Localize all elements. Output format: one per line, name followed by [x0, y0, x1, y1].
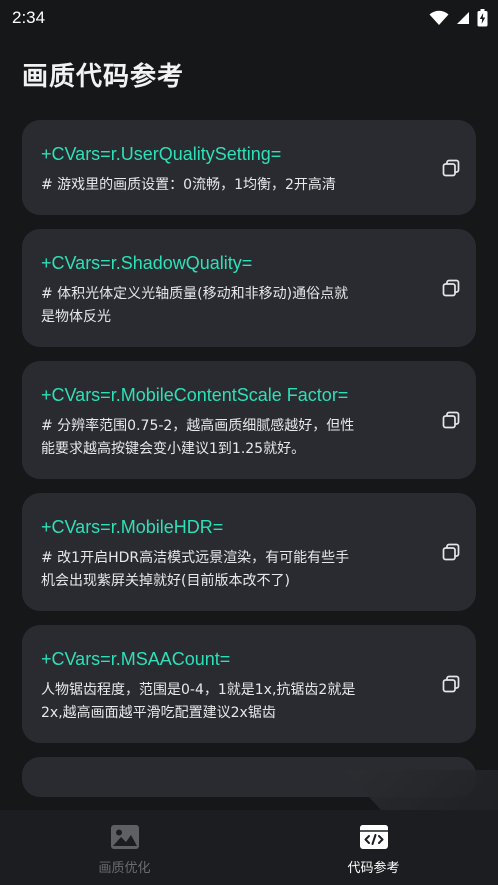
card-code-text: +CVars=r.MSAACount=	[41, 649, 231, 669]
card-code-text: +CVars=r.ShadowQuality=	[41, 253, 253, 273]
code-card: +CVars=r.MobileHDR= # 改1开启HDR高洁模式远景渲染，有可…	[22, 493, 476, 611]
battery-charging-icon	[477, 9, 488, 27]
bottom-navigation: 画质优化 代码参考	[0, 810, 498, 885]
card-description-line: 人物锯齿程度，范围是0-4，1就是1x,抗锯齿2就是	[41, 682, 356, 698]
card-description: 人物锯齿程度，范围是0-4，1就是1x,抗锯齿2就是 2x,越高画面越平滑吃配置…	[41, 679, 416, 725]
card-description-line: # 体积光体定义光轴质量(移动和非移动)通俗点就	[41, 286, 349, 302]
copy-icon[interactable]	[441, 278, 461, 298]
code-card: +CVars=r.ShadowQuality= # 体积光体定义光轴质量(移动和…	[22, 229, 476, 347]
card-description-line: 能要求越高按键会变小建议1到1.25就好。	[41, 441, 306, 457]
cellular-signal-icon	[457, 12, 469, 24]
card-description-line: # 游戏里的画质设置：0流畅，1均衡，2开高清	[41, 177, 336, 193]
copy-icon[interactable]	[441, 674, 461, 694]
nav-item-quality-optimize[interactable]: 画质优化	[0, 810, 249, 885]
code-icon	[359, 825, 388, 849]
card-code-text: +CVars=r.UserQualitySetting=	[41, 144, 282, 164]
copy-icon[interactable]	[441, 542, 461, 562]
card-description-line: 是物体反光	[41, 309, 111, 325]
nav-label: 画质优化	[98, 861, 151, 876]
card-description: # 分辨率范围0.75-2，越高画质细腻感越好，但性 能要求越高按键会变小建议1…	[41, 415, 416, 461]
card-description-line: # 分辨率范围0.75-2，越高画质细腻感越好，但性	[41, 418, 355, 434]
wifi-icon	[429, 10, 449, 25]
nav-item-code-reference[interactable]: 代码参考	[249, 810, 498, 885]
card-description-line: 机会出现紫屏关掉就好(目前版本改不了)	[41, 573, 290, 589]
card-description: # 游戏里的画质设置：0流畅，1均衡，2开高清	[41, 174, 416, 197]
status-time: 2:34	[12, 8, 46, 27]
page-title: 画质代码参考	[22, 62, 185, 92]
card-code-text: +CVars=r.MobileContentScale Factor=	[41, 385, 349, 405]
code-card: +CVars=r.UserQualitySetting= # 游戏里的画质设置：…	[22, 120, 476, 215]
code-card: +CVars=r.MobileContentScale Factor= # 分辨…	[22, 361, 476, 479]
status-bar: 2:34	[0, 0, 498, 36]
copy-icon[interactable]	[441, 410, 461, 430]
copy-icon[interactable]	[441, 158, 461, 178]
card-description-line: 2x,越高画面越平滑吃配置建议2x锯齿	[41, 705, 276, 721]
image-icon	[110, 825, 139, 849]
code-card: +CVars=r.MSAACount= 人物锯齿程度，范围是0-4，1就是1x,…	[22, 625, 476, 743]
card-code-text: +CVars=r.MobileHDR=	[41, 517, 224, 537]
card-description-line: # 改1开启HDR高洁模式远景渲染，有可能有些手	[41, 550, 350, 566]
code-card-list[interactable]: +CVars=r.UserQualitySetting= # 游戏里的画质设置：…	[22, 120, 476, 810]
card-description: # 改1开启HDR高洁模式远景渲染，有可能有些手 机会出现紫屏关掉就好(目前版本…	[41, 547, 416, 593]
card-description: # 体积光体定义光轴质量(移动和非移动)通俗点就 是物体反光	[41, 283, 416, 329]
nav-label: 代码参考	[347, 861, 400, 876]
status-icons	[429, 9, 488, 27]
